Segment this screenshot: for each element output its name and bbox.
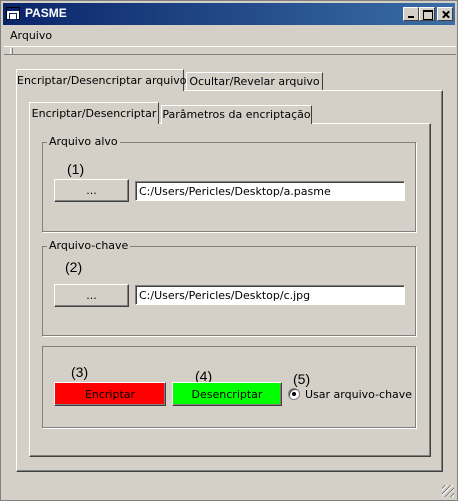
- tab-label: Parâmetros da encriptação: [162, 108, 311, 121]
- button-label: Encriptar: [84, 388, 136, 401]
- button-label: Desencriptar: [191, 388, 263, 401]
- tab-label: Encriptar/Desencriptar: [31, 107, 157, 120]
- tab-encriptar-desencriptar-arquivo[interactable]: Encriptar/Desencriptar arquivo: [16, 69, 187, 91]
- browse-target-file-button[interactable]: ...: [54, 179, 129, 202]
- use-key-file-radio[interactable]: [288, 388, 300, 400]
- subtab-parametros-da-encriptacao[interactable]: Parâmetros da encriptação: [161, 105, 312, 124]
- button-label: ...: [86, 289, 97, 302]
- button-label: ...: [86, 184, 97, 197]
- app-icon: [6, 7, 20, 20]
- step-2-label: (2): [65, 259, 83, 275]
- resize-grip-icon[interactable]: [442, 485, 454, 497]
- window-title: PASME: [25, 6, 67, 20]
- menu-arquivo[interactable]: Arquivo: [10, 29, 52, 42]
- browse-key-file-button[interactable]: ...: [54, 284, 129, 307]
- decrypt-button[interactable]: Desencriptar: [172, 382, 282, 406]
- group-title: Arquivo-chave: [47, 239, 131, 252]
- title-bar: PASME: [3, 3, 455, 25]
- tab-label: Ocultar/Revelar arquivo: [189, 75, 320, 88]
- group-title: Arquivo alvo: [47, 135, 120, 148]
- close-button[interactable]: [437, 7, 453, 21]
- step-5-label: (5): [293, 371, 311, 387]
- step-1-label: (1): [67, 161, 85, 177]
- tab-ocultar-revelar-arquivo[interactable]: Ocultar/Revelar arquivo: [186, 72, 323, 91]
- target-file-path-field[interactable]: C:/Users/Pericles/Desktop/a.pasme: [135, 181, 405, 201]
- step-3-label: (3): [71, 364, 89, 380]
- minimize-button[interactable]: [403, 7, 419, 21]
- toolbar-handle[interactable]: [4, 46, 456, 55]
- use-key-file-label: Usar arquivo-chave: [305, 388, 413, 401]
- grip-handle-icon: [10, 48, 13, 54]
- app-window: PASME Arquivo Encriptar/Desencriptar arq…: [0, 0, 458, 501]
- menu-bar: Arquivo: [3, 26, 455, 45]
- tab-label: Encriptar/Desencriptar arquivo: [17, 74, 187, 87]
- subtab-encriptar-desencriptar[interactable]: Encriptar/Desencriptar: [29, 102, 159, 124]
- maximize-button[interactable]: [419, 7, 435, 21]
- encrypt-button[interactable]: Encriptar: [54, 382, 166, 406]
- key-file-path-field[interactable]: C:/Users/Pericles/Desktop/c.jpg: [135, 285, 405, 305]
- use-key-file-option[interactable]: Usar arquivo-chave: [288, 387, 413, 403]
